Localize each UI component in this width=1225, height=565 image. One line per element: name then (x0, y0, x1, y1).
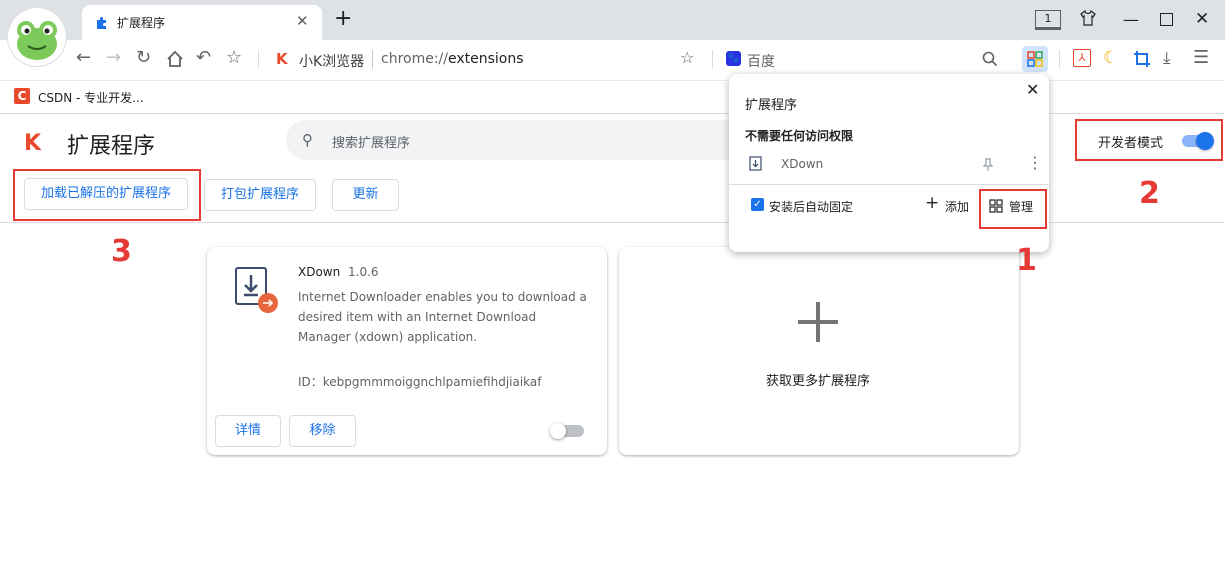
tab-close-icon[interactable]: ✕ (296, 12, 309, 30)
manage-button[interactable]: 管理 (1009, 198, 1033, 215)
auto-pin-checkbox[interactable]: ✓ (751, 198, 764, 211)
manage-grid-icon (989, 198, 1003, 217)
page-title: 扩展程序 (67, 134, 156, 159)
favorite-star-icon[interactable]: ☆ (226, 48, 242, 68)
auto-pin-label: 安装后自动固定 (769, 200, 854, 214)
address-bar[interactable]: chrome://extensions (381, 51, 524, 67)
csdn-icon: C (14, 88, 30, 104)
puzzle-icon (95, 15, 109, 34)
maximize-icon[interactable] (1160, 13, 1173, 26)
frog-avatar[interactable] (8, 8, 66, 66)
baidu-paw-icon: 🐾 (726, 51, 741, 66)
dev-mode-label: 开发者模式 (1098, 136, 1164, 151)
get-more-card[interactable] (619, 247, 1019, 455)
download-icon[interactable]: ⤓ (1163, 48, 1171, 68)
tab-title: 扩展程序 (117, 16, 166, 30)
remove-button[interactable]: 移除 (289, 415, 356, 447)
new-tab-button[interactable]: + (334, 8, 352, 30)
extension-name: XDown (298, 265, 341, 279)
extension-version: 1.0.6 (348, 265, 379, 279)
toolbar-divider (1059, 50, 1060, 68)
annotation-number-3: 3 (111, 234, 132, 269)
popup-extension-name[interactable]: XDown (781, 157, 823, 171)
xdown-small-icon (749, 156, 763, 176)
undo-close-icon[interactable]: ↶ (196, 48, 211, 68)
k-logo-icon: K (276, 50, 288, 68)
update-button[interactable]: 更新 (332, 179, 399, 211)
extensions-menu-button[interactable] (1022, 46, 1048, 72)
popup-title: 扩展程序 (745, 98, 798, 113)
forward-icon[interactable]: → (106, 48, 121, 68)
pin-icon[interactable] (982, 157, 994, 176)
tab-count-badge[interactable]: 1 (1035, 10, 1061, 30)
url-brand: 小K浏览器 (299, 54, 365, 70)
load-unpacked-button[interactable]: 加载已解压的扩展程序 (24, 178, 188, 210)
add-icon[interactable]: + (925, 194, 939, 212)
k-logo-icon: K (24, 131, 42, 156)
add-button[interactable]: 添加 (945, 198, 969, 215)
popup-close-icon[interactable]: ✕ (1026, 80, 1039, 99)
menu-icon[interactable]: ☰ (1193, 48, 1209, 68)
minimize-icon[interactable]: — (1123, 10, 1139, 29)
dev-mode-toggle-knob[interactable] (1196, 132, 1214, 150)
toolbar-divider (712, 50, 713, 68)
bookmark-csdn[interactable]: CSDN - 专业开发... (38, 89, 144, 106)
plus-icon (796, 300, 840, 344)
xdown-icon (234, 266, 280, 320)
back-icon[interactable]: ← (76, 48, 91, 68)
get-more-label: 获取更多扩展程序 (766, 374, 871, 389)
popup-section-heading: 不需要任何访问权限 (745, 129, 854, 143)
screenshot-crop-icon[interactable] (1133, 50, 1151, 72)
close-window-icon[interactable]: ✕ (1195, 9, 1209, 29)
extension-enable-toggle-knob[interactable] (550, 423, 566, 439)
search-icon[interactable] (982, 51, 998, 71)
skin-icon[interactable] (1080, 9, 1096, 30)
extension-description: Internet Downloader enables you to downl… (298, 290, 587, 344)
popup-divider (729, 184, 1049, 185)
details-button[interactable]: 详情 (215, 415, 281, 447)
search-icon: ⚲ (302, 131, 313, 149)
toolbar-divider (258, 50, 259, 68)
search-engine-box[interactable]: 百度 (747, 51, 775, 71)
search-placeholder: 搜索扩展程序 (332, 136, 411, 151)
more-options-icon[interactable]: ⋮ (1027, 154, 1043, 172)
extension-id: ID：kebpgmmmoiggnchlpamiefihdjiaikaf (298, 375, 542, 389)
annotation-number-1: 1 (1016, 243, 1037, 278)
bookmark-star-icon[interactable]: ☆ (680, 48, 694, 68)
pdf-icon[interactable]: ⅄ (1073, 49, 1091, 67)
url-separator (372, 50, 373, 68)
reload-icon[interactable]: ↻ (136, 48, 151, 68)
night-mode-icon[interactable]: ☾ (1103, 48, 1118, 68)
pack-extension-button[interactable]: 打包扩展程序 (204, 179, 316, 211)
extensions-grid-icon (1027, 51, 1043, 67)
annotation-number-2: 2 (1139, 176, 1160, 211)
home-icon[interactable] (166, 50, 184, 72)
